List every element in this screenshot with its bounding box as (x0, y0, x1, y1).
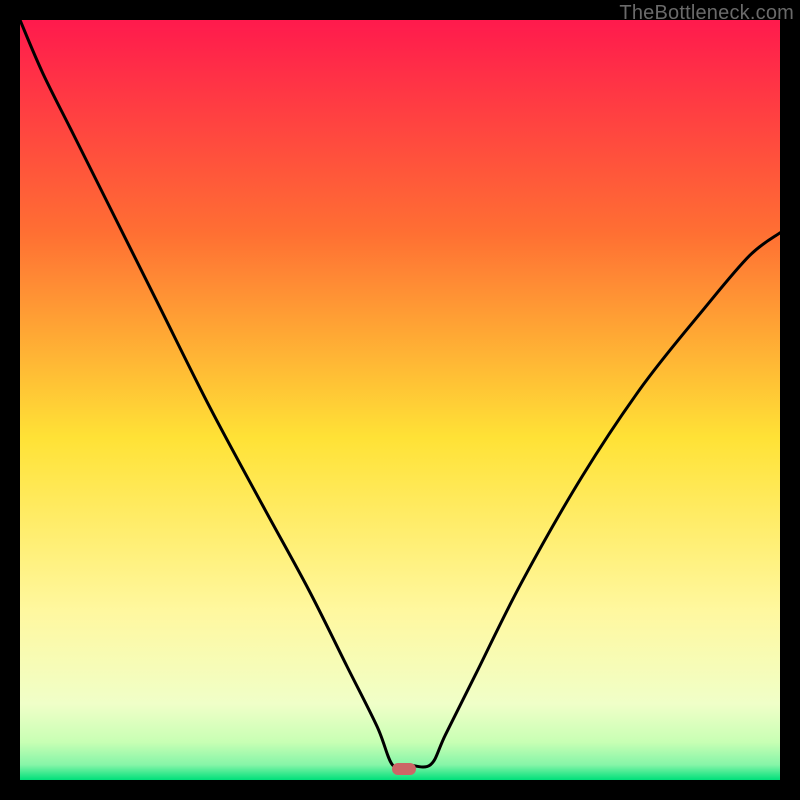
heatmap-gradient-background (20, 20, 780, 780)
optimal-point-marker (392, 763, 416, 775)
chart-frame: TheBottleneck.com (0, 0, 800, 800)
plot-area (20, 20, 780, 780)
